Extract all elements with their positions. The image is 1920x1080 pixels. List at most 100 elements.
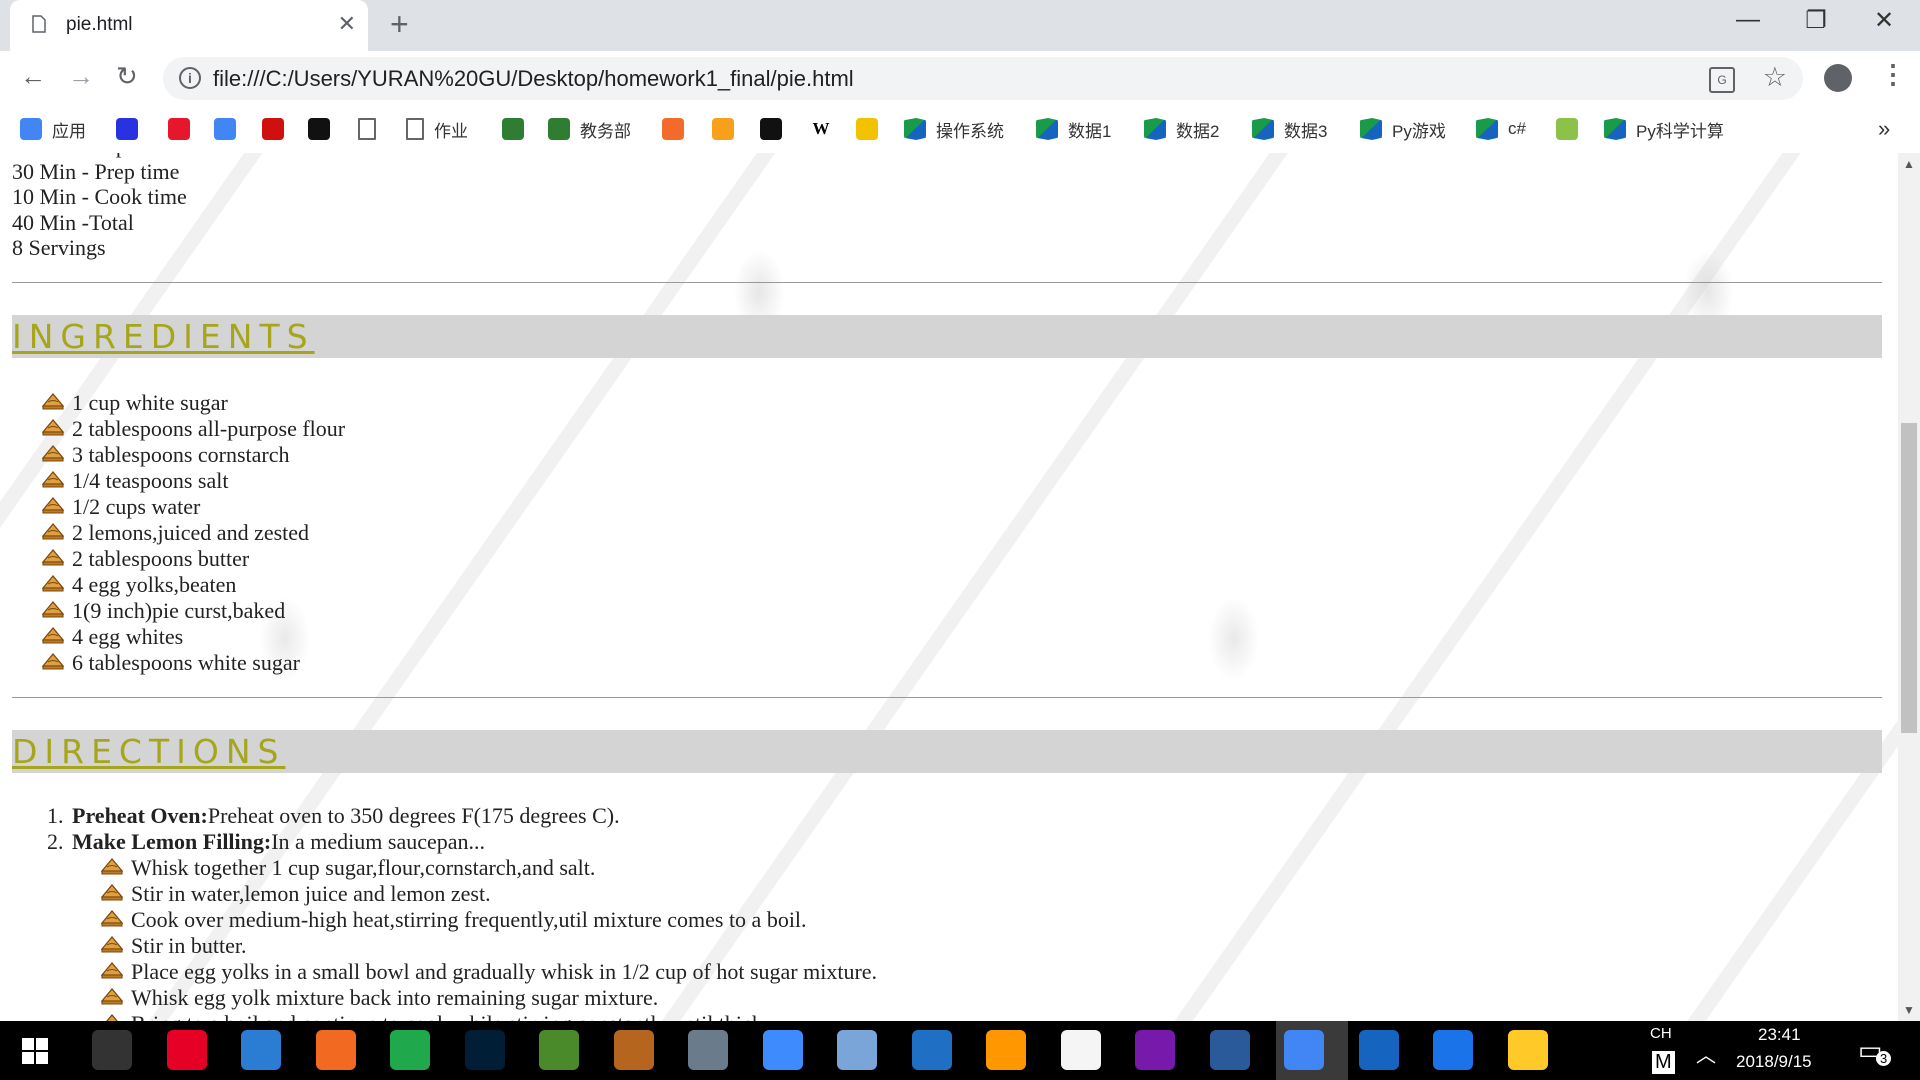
info-icon[interactable]: i — [179, 67, 201, 89]
starcraft-icon[interactable] — [688, 1030, 728, 1070]
windows-start-icon[interactable] — [22, 1038, 48, 1064]
notification-count: 3 — [1876, 1051, 1892, 1066]
netease-music-icon[interactable] — [166, 1030, 207, 1070]
paint-icon[interactable] — [837, 1030, 877, 1070]
bookmark-item[interactable] — [358, 114, 386, 144]
ime-indicator[interactable]: M — [1652, 1051, 1675, 1074]
scroll-up-icon[interactable]: ▲ — [1903, 157, 1915, 171]
bookmark-item[interactable] — [116, 114, 148, 144]
bookmark-item[interactable]: Py游戏 — [1360, 114, 1446, 144]
bookmark-item[interactable]: 数据3 — [1252, 114, 1327, 144]
step-number: 2. — [47, 829, 64, 854]
bookmark-item[interactable]: 教务部 — [548, 114, 631, 144]
leetcode-icon — [712, 118, 734, 140]
vertical-scrollbar[interactable]: ▲ ▼ — [1898, 153, 1920, 1021]
bookmark-item[interactable] — [262, 114, 294, 144]
mahjong-icon[interactable] — [613, 1030, 654, 1070]
filling-step: Cook over medium-high heat,stirring freq… — [101, 907, 877, 933]
wps-writer-icon[interactable] — [241, 1030, 281, 1070]
profile-avatar[interactable] — [1824, 64, 1852, 92]
translate-icon[interactable]: G — [1709, 67, 1735, 93]
recipe-meta: One 9-inch pie30 Min - Prep time10 Min -… — [12, 153, 187, 261]
forward-button[interactable]: → — [68, 61, 94, 92]
sf-icon — [308, 118, 330, 140]
page-icon — [358, 118, 376, 140]
filling-step: Whisk together 1 cup sugar,flour,cornsta… — [101, 855, 877, 881]
direction-step: 2. Make Lemon Filling:In a medium saucepa… — [47, 829, 620, 855]
google-translate-icon — [214, 118, 236, 140]
sublime-icon[interactable] — [986, 1030, 1026, 1070]
directions-list: 1. Preheat Oven:Preheat oven to 350 degre… — [47, 803, 620, 855]
photos-icon[interactable] — [1358, 1030, 1399, 1070]
bookmark-star-icon[interactable]: ☆ — [1763, 62, 1787, 93]
bookmark-label: 作业 — [434, 121, 468, 141]
pie-slice-icon — [42, 548, 64, 566]
bookmark-item[interactable] — [856, 114, 888, 144]
bookmark-item[interactable] — [214, 114, 246, 144]
game-icon[interactable] — [539, 1030, 579, 1070]
bookmark-item[interactable] — [712, 114, 744, 144]
bookmark-item[interactable]: Py科学计算 — [1604, 114, 1724, 144]
xcode-icon[interactable] — [1433, 1030, 1473, 1070]
bookmark-label: 教务部 — [580, 121, 631, 141]
bookmark-item[interactable]: 数据1 — [1036, 114, 1111, 144]
bookmark-item[interactable] — [1556, 114, 1588, 144]
new-tab-button[interactable]: + — [390, 6, 409, 43]
more-bookmarks-icon[interactable]: » — [1878, 116, 1890, 142]
bookmark-item[interactable]: c# — [1476, 114, 1526, 144]
pen-icon[interactable] — [1060, 1030, 1101, 1070]
terminal-icon[interactable] — [92, 1030, 132, 1070]
ingredient-text: 1(9 inch)pie curst,baked — [72, 598, 286, 623]
ingredient-text: 3 tablespoons cornstarch — [72, 442, 290, 467]
bookmark-item[interactable]: W — [810, 114, 842, 144]
edge-icon[interactable] — [911, 1030, 952, 1070]
file-explorer-icon[interactable] — [1507, 1030, 1548, 1070]
bookmark-item[interactable]: 应用 — [20, 114, 86, 144]
devcpp-icon[interactable] — [1209, 1030, 1250, 1070]
browser-toolbar: ← → ↻ i file:///C:/Users/YURAN%20GU/Desk… — [0, 51, 1920, 106]
onenote-icon[interactable] — [1135, 1030, 1175, 1070]
clock-date[interactable]: 2018/9/15 — [1736, 1052, 1812, 1072]
bookmark-item[interactable] — [168, 114, 200, 144]
close-window-button[interactable]: ✕ — [1854, 6, 1914, 35]
close-tab-icon[interactable]: ✕ — [338, 11, 356, 37]
scroll-down-icon[interactable]: ▼ — [1903, 1003, 1915, 1017]
feishu-icon[interactable] — [762, 1030, 803, 1070]
wps-presentation-icon[interactable] — [315, 1030, 356, 1070]
bookmark-item[interactable] — [760, 114, 792, 144]
bookmark-item[interactable]: 操作系统 — [904, 114, 1004, 144]
step-text: Preheat oven to 350 degrees F(175 degree… — [207, 803, 620, 828]
photoshop-icon[interactable] — [464, 1030, 505, 1070]
bookmark-item[interactable] — [662, 114, 694, 144]
filling-step: Bring to a boil and continue to cook whi… — [101, 1011, 877, 1021]
wikipedia-icon: W — [810, 118, 832, 140]
clock-time[interactable]: 23:41 — [1758, 1025, 1801, 1045]
chrome-icon[interactable] — [1284, 1030, 1324, 1070]
bookmark-item[interactable]: 数据2 — [1144, 114, 1219, 144]
pie-slice-icon — [42, 574, 64, 592]
directions-heading[interactable]: DIRECTIONS — [12, 732, 285, 771]
back-button[interactable]: ← — [20, 61, 46, 92]
scrollbar-thumb[interactable] — [1901, 423, 1917, 733]
address-bar[interactable]: i file:///C:/Users/YURAN%20GU/Desktop/ho… — [163, 57, 1803, 100]
menu-icon[interactable]: ⋮ — [1880, 59, 1906, 90]
ingredients-heading-band: INGREDIENTS — [12, 315, 1882, 358]
meta-line: 40 Min -Total — [12, 209, 134, 235]
wps-spreadsheet-icon[interactable] — [390, 1030, 430, 1070]
restore-button[interactable]: ❐ — [1786, 6, 1846, 35]
bookmark-item[interactable]: 作业 — [406, 114, 468, 144]
minimize-button[interactable]: — — [1718, 6, 1778, 34]
reload-button[interactable]: ↻ — [116, 61, 138, 92]
bookmark-item[interactable] — [308, 114, 340, 144]
pie-slice-icon — [101, 857, 123, 875]
browser-tab[interactable]: pie.html ✕ — [10, 0, 368, 51]
tray-chevron-icon[interactable]: ︿ — [1696, 1039, 1716, 1068]
url-text[interactable]: file:///C:/Users/YURAN%20GU/Desktop/home… — [213, 66, 854, 92]
bookmark-item[interactable] — [502, 114, 534, 144]
pie-slice-icon — [101, 935, 123, 953]
input-language[interactable]: CH — [1650, 1025, 1672, 1042]
pie-slice-icon — [42, 392, 64, 410]
green-app-icon — [1556, 118, 1578, 140]
ingredients-heading[interactable]: INGREDIENTS — [12, 317, 315, 356]
pie-slice-icon — [101, 883, 123, 901]
